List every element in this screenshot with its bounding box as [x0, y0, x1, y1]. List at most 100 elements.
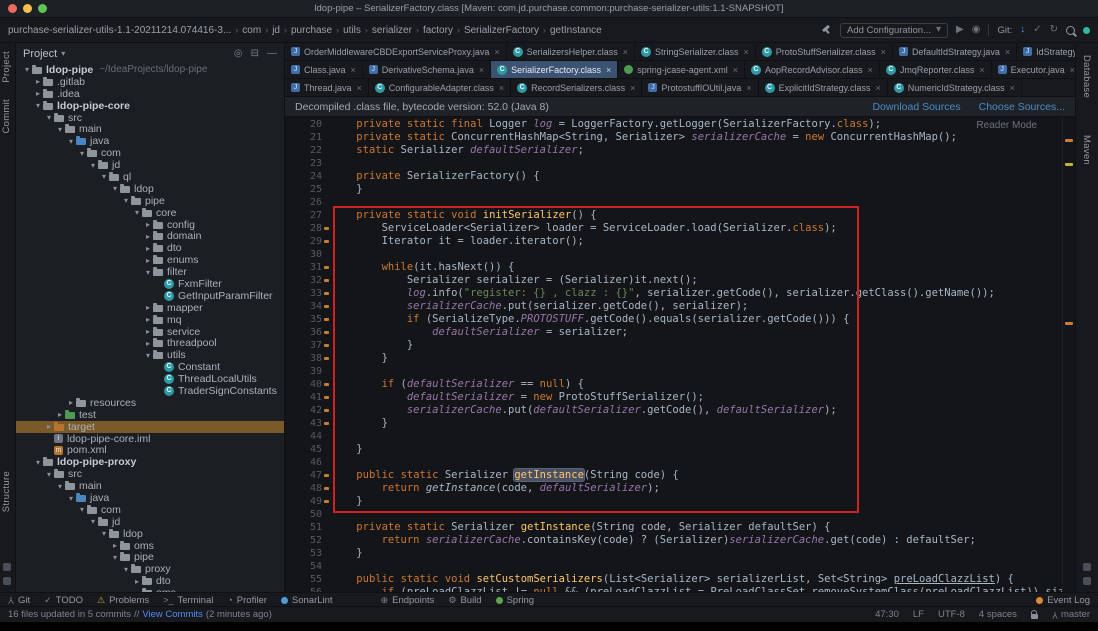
tab-close-icon[interactable]: ×: [623, 47, 628, 57]
chevron-right-icon[interactable]: ▸: [44, 422, 54, 431]
code-line-21[interactable]: private static ConcurrentHashMap<String,…: [331, 131, 1062, 144]
line-number-49[interactable]: 49: [285, 495, 331, 508]
code-line-43[interactable]: }: [331, 417, 1062, 430]
tool-stripe-maven[interactable]: Maven: [1081, 135, 1092, 165]
chevron-down-icon[interactable]: ▾: [110, 553, 120, 562]
line-number-33[interactable]: 33: [285, 287, 331, 300]
chevron-down-icon[interactable]: ▾: [77, 149, 87, 158]
code-line-41[interactable]: defaultSerializer = new ProtoStuffSerial…: [331, 391, 1062, 404]
line-number-27[interactable]: 27: [285, 209, 331, 222]
tree-item-dto[interactable]: ▸dto: [16, 242, 284, 254]
code-line-37[interactable]: }: [331, 339, 1062, 352]
chevron-down-icon[interactable]: ▾: [88, 161, 98, 170]
chevron-down-icon[interactable]: ▾: [22, 65, 32, 74]
tab-protostuffioutil-java[interactable]: ProtostuffIOUtil.java×: [642, 79, 758, 96]
tab-close-icon[interactable]: ×: [744, 47, 749, 57]
tab-idstrategy-java[interactable]: IdStrategy.java×: [1017, 43, 1075, 60]
code-line-45[interactable]: }: [331, 443, 1062, 456]
tree-item-dto[interactable]: ▸dto: [16, 575, 284, 587]
line-number-55[interactable]: 55: [285, 573, 331, 586]
code-line-25[interactable]: }: [331, 183, 1062, 196]
code-line-52[interactable]: return serializerCache.containsKey(code)…: [331, 534, 1062, 547]
tree-item-ldop-pipe-core[interactable]: ▾ldop-pipe-core: [16, 100, 284, 112]
line-number-51[interactable]: 51: [285, 521, 331, 534]
tool-stripe-icon[interactable]: [1083, 563, 1091, 571]
run-icon[interactable]: ▶: [956, 25, 964, 35]
code-line-44[interactable]: [331, 430, 1062, 443]
tree-item-pom-xml[interactable]: pom.xml: [16, 445, 284, 457]
line-number-40[interactable]: 40: [285, 378, 331, 391]
chevron-down-icon[interactable]: ▾: [44, 470, 54, 479]
chevron-right-icon[interactable]: ▸: [143, 244, 153, 253]
chevron-right-icon[interactable]: ▸: [143, 220, 153, 229]
tree-item-jd[interactable]: ▾jd: [16, 516, 284, 528]
tree-item-core[interactable]: ▾core: [16, 207, 284, 219]
code-line-34[interactable]: serializerCache.put(serializer.getCode()…: [331, 300, 1062, 313]
code-line-24[interactable]: private SerializerFactory() {: [331, 170, 1062, 183]
tab-close-icon[interactable]: ×: [351, 65, 356, 75]
close-window-button[interactable]: [8, 4, 17, 13]
code-line-36[interactable]: defaultSerializer = serializer;: [331, 326, 1062, 339]
indent-widget[interactable]: 4 spaces: [979, 609, 1017, 620]
hide-panel-icon[interactable]: —: [267, 48, 277, 59]
code-line-27[interactable]: private static void initSerializer() {: [331, 209, 1062, 222]
line-number-24[interactable]: 24: [285, 170, 331, 183]
chevron-down-icon[interactable]: ▾: [132, 208, 142, 217]
breadcrumb-item-utils[interactable]: utils: [343, 25, 361, 36]
chevron-down-icon[interactable]: ▾: [61, 49, 65, 58]
tree-item-resources[interactable]: ▸resources: [16, 397, 284, 409]
tree-item-com[interactable]: ▾com: [16, 504, 284, 516]
line-number-28[interactable]: 28: [285, 222, 331, 235]
tree-item-src[interactable]: ▾src: [16, 112, 284, 124]
line-number-21[interactable]: 21: [285, 131, 331, 144]
line-number-44[interactable]: 44: [285, 430, 331, 443]
collapse-all-icon[interactable]: ⊟: [251, 48, 259, 59]
tree-item-ldop-pipe-core-iml[interactable]: ldop-pipe-core.iml: [16, 433, 284, 445]
line-number-25[interactable]: 25: [285, 183, 331, 196]
tab-close-icon[interactable]: ×: [357, 83, 362, 93]
chevron-right-icon[interactable]: ▸: [33, 89, 43, 98]
chevron-down-icon[interactable]: ▾: [110, 184, 120, 193]
line-number-30[interactable]: 30: [285, 248, 331, 261]
line-number-53[interactable]: 53: [285, 547, 331, 560]
tree-item-main[interactable]: ▾main: [16, 480, 284, 492]
tree-item-ldop-pipe[interactable]: ▾ldop-pipe~/IdeaProjects/ldop-pipe: [16, 64, 284, 76]
tab-close-icon[interactable]: ×: [733, 65, 738, 75]
tab-defaultidstrategy-java[interactable]: DefaultIdStrategy.java×: [893, 43, 1017, 60]
tree-item-test[interactable]: ▸test: [16, 409, 284, 421]
vcs-update-icon[interactable]: ↓: [1020, 25, 1025, 35]
tree-item-threadlocalutils[interactable]: ThreadLocalUtils: [16, 373, 284, 385]
tool-stripe-commit[interactable]: Commit: [1, 99, 12, 134]
tab-class-java[interactable]: Class.java×: [285, 61, 363, 78]
tab-jmqreporter-class[interactable]: JmqReporter.class×: [880, 61, 992, 78]
code-line-38[interactable]: }: [331, 352, 1062, 365]
code-line-46[interactable]: [331, 456, 1062, 469]
reader-mode-toggle[interactable]: Reader Mode: [976, 120, 1037, 131]
line-number-35[interactable]: 35: [285, 313, 331, 326]
line-number-32[interactable]: 32: [285, 274, 331, 287]
code-line-39[interactable]: [331, 365, 1062, 378]
tab-close-icon[interactable]: ×: [746, 83, 751, 93]
search-icon[interactable]: [1066, 26, 1075, 35]
tab-stringserializer-class[interactable]: StringSerializer.class×: [635, 43, 756, 60]
tool-stripe-structure[interactable]: Structure: [1, 471, 12, 512]
tab-close-icon[interactable]: ×: [868, 65, 873, 75]
run-configuration-select[interactable]: Add Configuration... ▾: [840, 23, 948, 38]
tree-item-java[interactable]: ▾java: [16, 492, 284, 504]
chevron-down-icon[interactable]: ▾: [121, 565, 131, 574]
tree-item-gitlab[interactable]: ▸.gitlab: [16, 76, 284, 88]
tool-window-button-event-log[interactable]: Event Log: [1036, 595, 1090, 606]
tree-item-domain[interactable]: ▸domain: [16, 230, 284, 242]
chevron-right-icon[interactable]: ▸: [55, 410, 65, 419]
chevron-down-icon[interactable]: ▾: [66, 137, 76, 146]
line-number-43[interactable]: 43: [285, 417, 331, 430]
line-number-37[interactable]: 37: [285, 339, 331, 352]
tool-stripe-database[interactable]: Database: [1081, 55, 1092, 98]
tree-item-oms[interactable]: ▸oms: [16, 540, 284, 552]
tree-item-java[interactable]: ▾java: [16, 135, 284, 147]
tool-window-button-problems[interactable]: ⚠Problems: [97, 595, 149, 606]
chevron-right-icon[interactable]: ▸: [143, 315, 153, 324]
tool-window-button-endpoints[interactable]: ⊕Endpoints: [381, 595, 435, 606]
chevron-right-icon[interactable]: ▸: [33, 77, 43, 86]
line-number-46[interactable]: 46: [285, 456, 331, 469]
